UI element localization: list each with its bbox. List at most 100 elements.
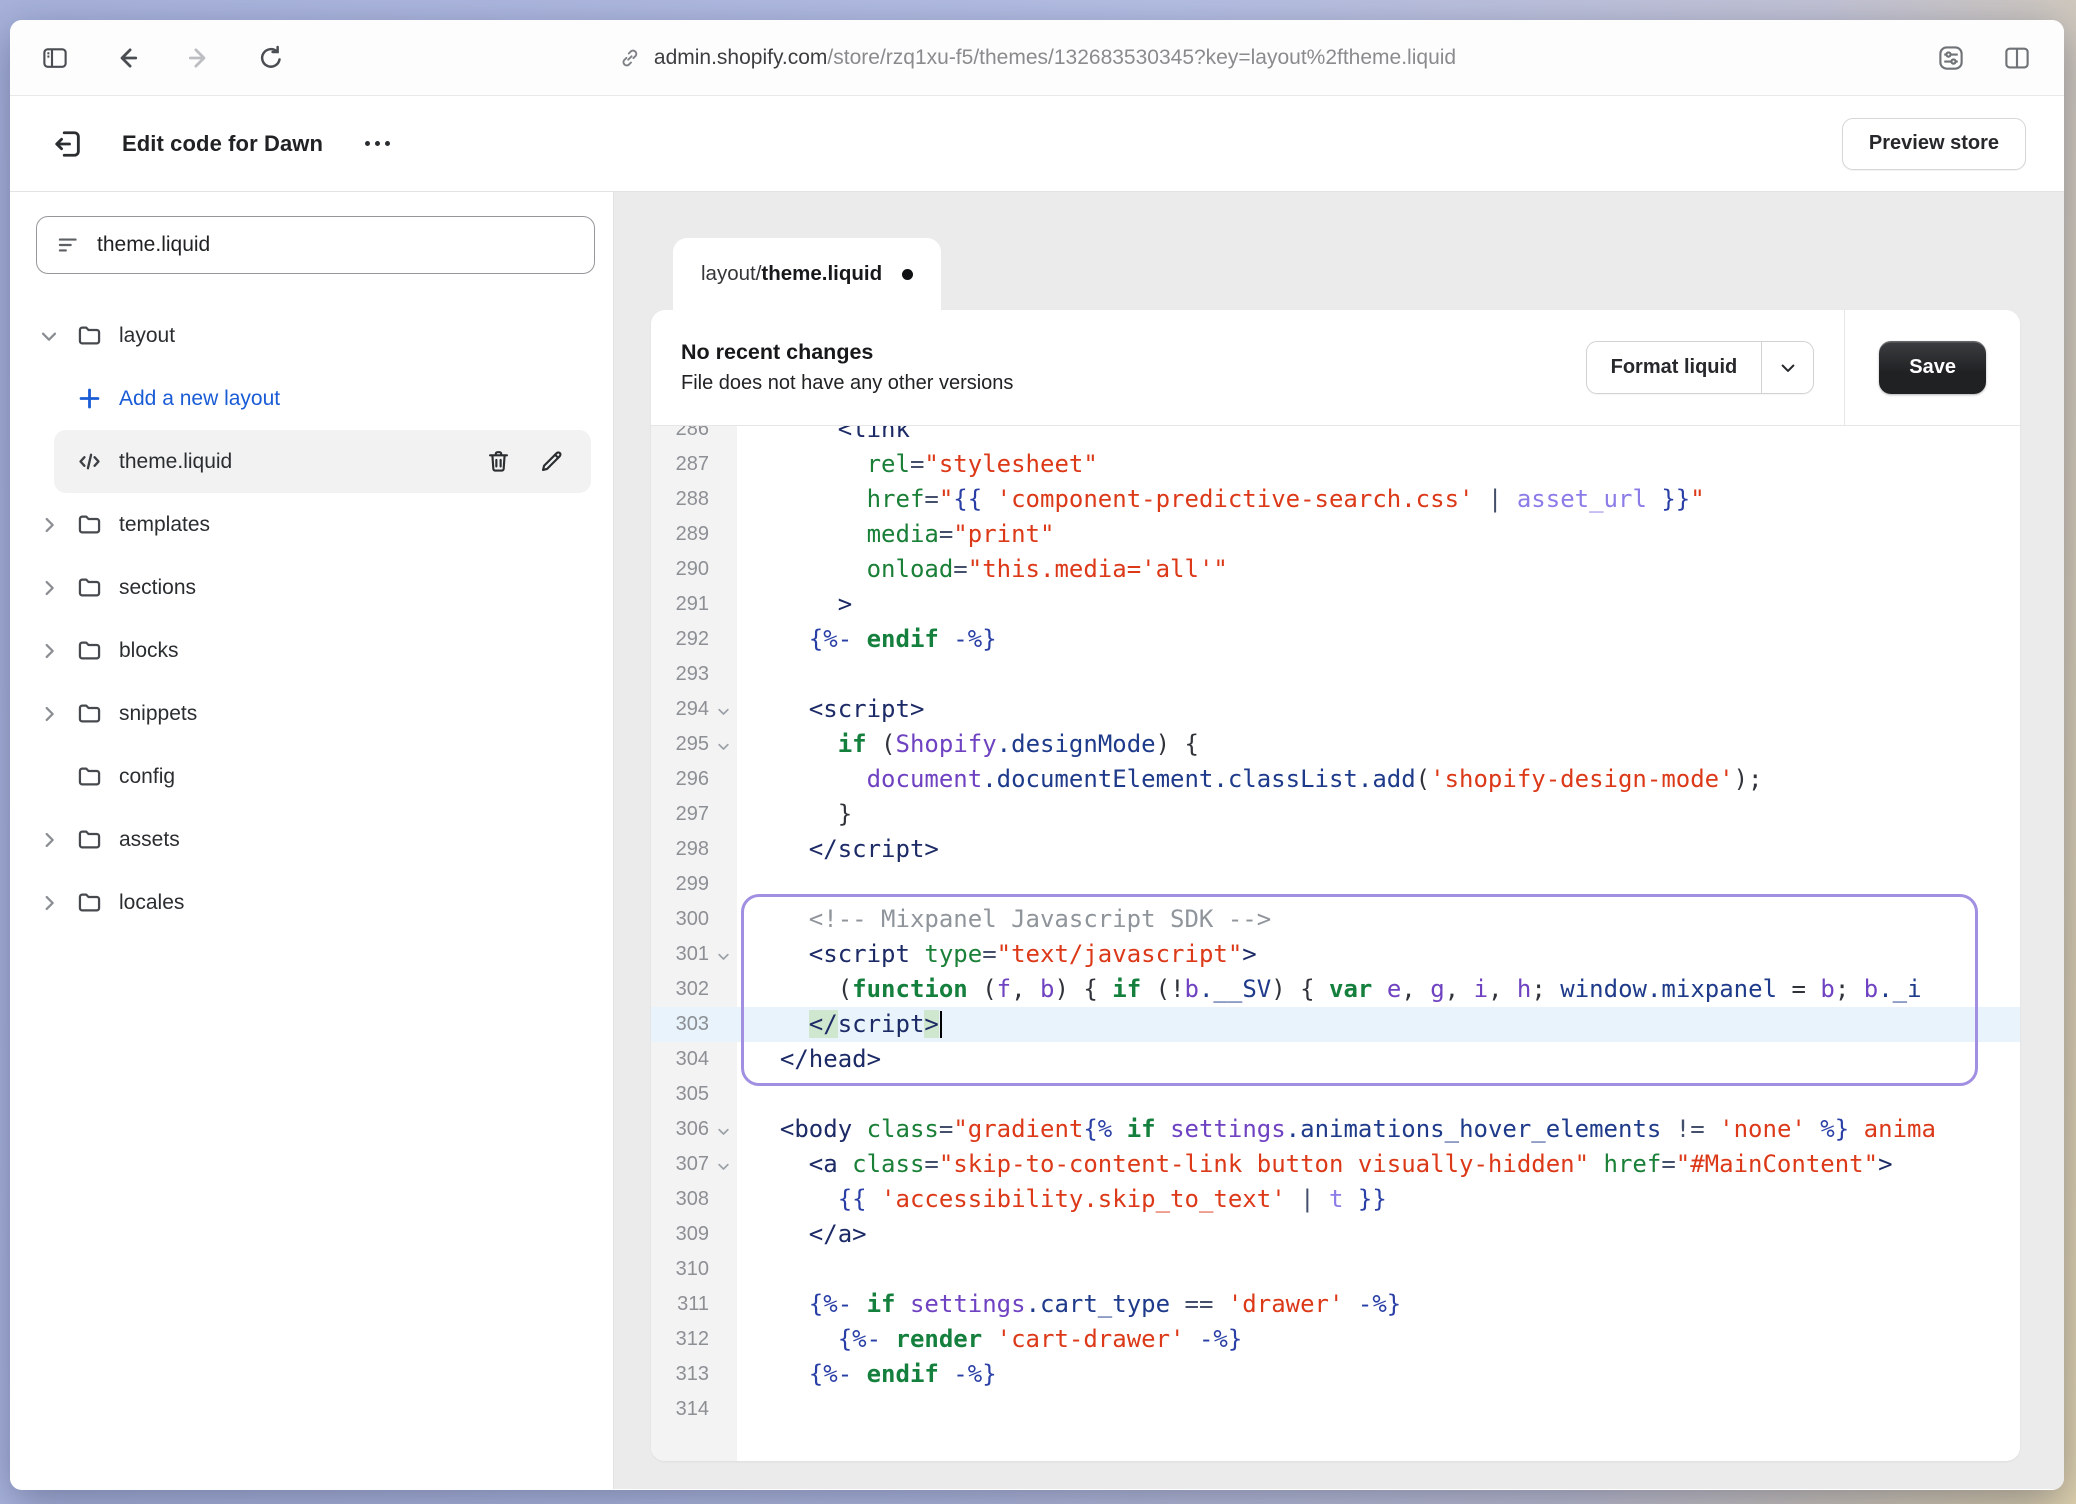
code-text: (function (f, b) { if (!b.__SV) { var e,… <box>737 972 1922 1007</box>
sidebar-item-label: snippets <box>119 702 197 726</box>
line-number: 304 <box>651 1048 709 1071</box>
code-text: {{ 'accessibility.skip_to_text' | t }} <box>737 1182 1387 1217</box>
code-line-303[interactable]: 303 </script> <box>651 1007 2020 1042</box>
sidebar-item-config[interactable]: config <box>10 745 603 808</box>
code-text: media="print" <box>737 517 1054 552</box>
rename-file-button[interactable] <box>538 448 565 475</box>
code-text: {%- endif -%} <box>737 1357 997 1392</box>
code-line-301[interactable]: 301 <script type="text/javascript"> <box>651 937 2020 972</box>
code-line-292[interactable]: 292 {%- endif -%} <box>651 622 2020 657</box>
code-text: onload="this.media='all'" <box>737 552 1228 587</box>
fold-toggle[interactable] <box>709 1155 737 1174</box>
main-content: layoutAdd a new layouttheme.liquidtempla… <box>10 192 2064 1489</box>
more-menu-button[interactable] <box>357 133 398 154</box>
code-text: </head> <box>737 1042 881 1077</box>
format-liquid-button[interactable]: Format liquid <box>1586 341 1815 394</box>
preview-store-button[interactable]: Preview store <box>1842 118 2026 170</box>
delete-file-button[interactable] <box>485 448 512 475</box>
code-text: </script> <box>737 832 939 867</box>
code-line-308[interactable]: 308 {{ 'accessibility.skip_to_text' | t … <box>651 1182 2020 1217</box>
chevron-right-icon <box>38 640 60 662</box>
fold-toggle[interactable] <box>709 735 737 754</box>
code-line-305[interactable]: 305 <box>651 1077 2020 1112</box>
code-line-297[interactable]: 297 } <box>651 797 2020 832</box>
sidebar-toggle-icon[interactable] <box>40 43 70 73</box>
address-bar[interactable]: admin.shopify.com/store/rzq1xu-f5/themes… <box>618 46 1456 70</box>
code-text: <link <box>737 426 910 447</box>
save-button[interactable]: Save <box>1879 341 1986 394</box>
fold-toggle[interactable] <box>709 1120 737 1139</box>
code-line-302[interactable]: 302 (function (f, b) { if (!b.__SV) { va… <box>651 972 2020 1007</box>
sidebar-item-label: blocks <box>119 639 179 663</box>
sidebar-item-templates[interactable]: templates <box>10 493 603 556</box>
code-line-306[interactable]: 306 <body class="gradient{% if settings.… <box>651 1112 2020 1147</box>
exit-code-editor-icon[interactable] <box>50 126 86 162</box>
code-line-290[interactable]: 290 onload="this.media='all'" <box>651 552 2020 587</box>
chevron-right-icon <box>38 703 60 725</box>
sidebar-item-locales[interactable]: locales <box>10 871 603 934</box>
code-line-296[interactable]: 296 document.documentElement.classList.a… <box>651 762 2020 797</box>
forward-icon[interactable] <box>184 43 214 73</box>
code-line-311[interactable]: 311 {%- if settings.cart_type == 'drawer… <box>651 1287 2020 1322</box>
file-search-input[interactable] <box>97 233 576 257</box>
code-line-309[interactable]: 309 </a> <box>651 1217 2020 1252</box>
code-line-287[interactable]: 287 rel="stylesheet" <box>651 447 2020 482</box>
fold-toggle[interactable] <box>709 945 737 964</box>
file-search-box[interactable] <box>36 216 595 274</box>
status-subtitle: File does not have any other versions <box>681 372 1013 395</box>
code-line-298[interactable]: 298 </script> <box>651 832 2020 867</box>
fold-toggle[interactable] <box>709 700 737 719</box>
line-number: 288 <box>651 488 709 511</box>
delete-icon <box>485 448 512 475</box>
split-view-icon[interactable] <box>2002 43 2032 73</box>
folder-icon <box>76 700 103 727</box>
tab-theme-liquid[interactable]: layout/theme.liquid <box>673 238 941 310</box>
code-line-286[interactable]: 286 <link <box>651 426 2020 447</box>
editor-header: No recent changes File does not have any… <box>651 310 2020 426</box>
line-number: 295 <box>651 733 709 756</box>
code-line-288[interactable]: 288 href="{{ 'component-predictive-searc… <box>651 482 2020 517</box>
sidebar-item-theme-liquid[interactable]: theme.liquid <box>54 430 591 493</box>
refresh-icon[interactable] <box>256 43 286 73</box>
sidebar-item-add-a-new-layout[interactable]: Add a new layout <box>10 367 603 430</box>
code-line-291[interactable]: 291 > <box>651 587 2020 622</box>
sidebar-item-sections[interactable]: sections <box>10 556 603 619</box>
back-icon[interactable] <box>112 43 142 73</box>
code-line-289[interactable]: 289 media="print" <box>651 517 2020 552</box>
code-fold-icon <box>716 739 731 754</box>
file-sidebar: layoutAdd a new layouttheme.liquidtempla… <box>10 192 614 1489</box>
code-line-314[interactable]: 314 <box>651 1392 2020 1427</box>
format-options-toggle[interactable] <box>1761 342 1813 393</box>
sidebar-item-layout[interactable]: layout <box>10 304 603 367</box>
folder-icon <box>76 637 103 664</box>
code-line-295[interactable]: 295 if (Shopify.designMode) { <box>651 727 2020 762</box>
version-status: No recent changes File does not have any… <box>681 340 1013 395</box>
code-editor[interactable]: 286 <link287 rel="stylesheet"288 href="{… <box>651 426 2020 1461</box>
code-text: <script> <box>737 692 924 727</box>
code-line-312[interactable]: 312 {%- render 'cart-drawer' -%} <box>651 1322 2020 1357</box>
page-title: Edit code for Dawn <box>122 131 323 157</box>
folder-icon <box>76 763 103 790</box>
sidebar-item-snippets[interactable]: snippets <box>10 682 603 745</box>
code-line-310[interactable]: 310 <box>651 1252 2020 1287</box>
code-line-304[interactable]: 304 </head> <box>651 1042 2020 1077</box>
tab-settings-icon[interactable] <box>1936 43 1966 73</box>
code-line-307[interactable]: 307 <a class="skip-to-content-link butto… <box>651 1147 2020 1182</box>
code-line-294[interactable]: 294 <script> <box>651 692 2020 727</box>
sidebar-item-label: locales <box>119 891 184 915</box>
code-text: > <box>737 587 852 622</box>
line-number: 306 <box>651 1118 709 1141</box>
code-line-293[interactable]: 293 <box>651 657 2020 692</box>
code-line-300[interactable]: 300 <!-- Mixpanel Javascript SDK --> <box>651 902 2020 937</box>
code-line-299[interactable]: 299 <box>651 867 2020 902</box>
code-text: if (Shopify.designMode) { <box>737 727 1199 762</box>
sidebar-item-label: sections <box>119 576 196 600</box>
app-header: Edit code for Dawn Preview store <box>10 96 2064 192</box>
sidebar-item-blocks[interactable]: blocks <box>10 619 603 682</box>
line-number: 305 <box>651 1083 709 1106</box>
code-text: rel="stylesheet" <box>737 447 1098 482</box>
code-line-313[interactable]: 313 {%- endif -%} <box>651 1357 2020 1392</box>
toolbar-left-controls <box>10 43 286 73</box>
tab-bar: layout/theme.liquid <box>651 238 2020 310</box>
sidebar-item-assets[interactable]: assets <box>10 808 603 871</box>
